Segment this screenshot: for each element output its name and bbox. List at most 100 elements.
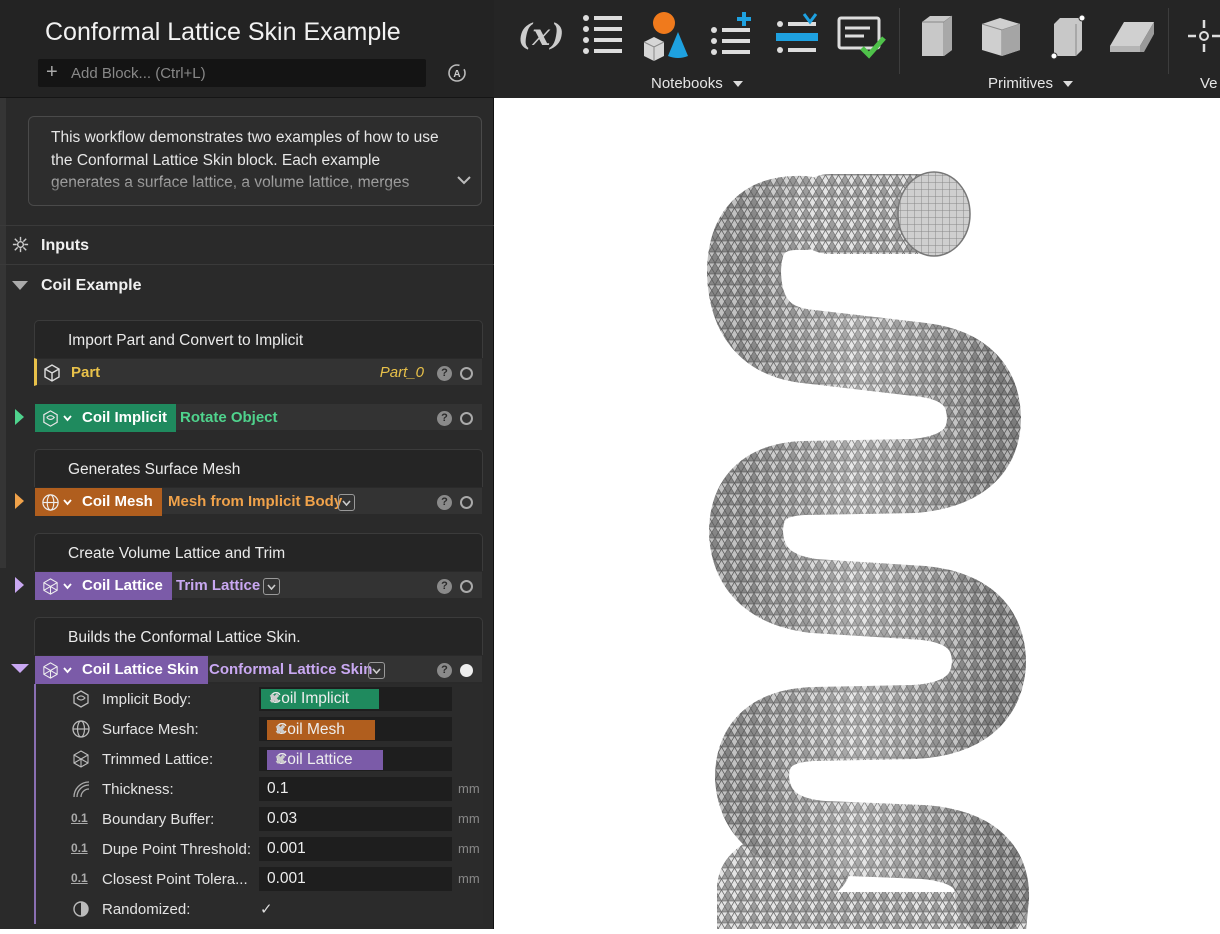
param-dupe-point: 0.1 Dupe Point Threshold: 0.001 mm xyxy=(36,834,485,864)
status-circle-icon[interactable] xyxy=(460,580,473,593)
dropdown-arrow-icon[interactable] xyxy=(63,583,72,590)
surface-mesh-chip[interactable]: Coil Mesh ✖ xyxy=(267,720,375,740)
coil-example-group[interactable]: Coil Example xyxy=(0,266,494,304)
block-coil-lattice-skin[interactable]: Coil Lattice Skin Conformal Lattice Skin… xyxy=(34,655,483,684)
chevron-down-icon[interactable] xyxy=(455,173,473,187)
block-coil-implicit[interactable]: Coil Implicit Rotate Object ? xyxy=(34,403,483,432)
toolbar-divider xyxy=(899,8,900,74)
chevron-down-icon[interactable] xyxy=(263,578,280,595)
point-icon[interactable] xyxy=(1184,10,1220,62)
boundary-buffer-input[interactable]: 0.03 xyxy=(259,807,452,831)
group-title-conformal-skin[interactable]: Builds the Conformal Lattice Skin. xyxy=(34,617,483,655)
status-circle-icon[interactable] xyxy=(460,412,473,425)
group-title-text: Create Volume Lattice and Trim xyxy=(68,545,286,562)
implicit-icon xyxy=(73,690,89,708)
randomized-checkbox[interactable]: ✓ xyxy=(260,900,273,918)
notebooks-menu[interactable]: Notebooks xyxy=(651,75,743,92)
unit-label: mm xyxy=(458,871,480,886)
remove-icon[interactable]: ✖ xyxy=(269,689,372,709)
collapse-triangle-icon[interactable] xyxy=(12,281,28,290)
block-operation[interactable]: Mesh from Implicit Body xyxy=(168,488,342,516)
contrast-icon xyxy=(73,901,89,917)
status-circle-icon[interactable] xyxy=(460,496,473,509)
dropdown-arrow-icon[interactable] xyxy=(63,415,72,422)
help-icon[interactable]: ? xyxy=(437,495,452,510)
group-title-volume-lattice[interactable]: Create Volume Lattice and Trim xyxy=(34,533,483,571)
cube-icon[interactable] xyxy=(912,10,964,62)
block-operation[interactable]: Conformal Lattice Skin xyxy=(209,656,372,684)
block-part[interactable]: Part Part_0 ? xyxy=(34,358,483,386)
block-operation[interactable]: Trim Lattice xyxy=(176,572,260,600)
notebook-title[interactable]: Conformal Lattice Skin Example xyxy=(45,18,401,47)
remove-icon[interactable]: ✖ xyxy=(275,720,368,740)
block-pill[interactable]: Coil Implicit xyxy=(35,404,177,432)
block-pill[interactable]: Coil Lattice Skin xyxy=(35,656,208,684)
remove-icon[interactable]: ✖ xyxy=(275,750,376,770)
description-box[interactable]: This workflow demonstrates two examples … xyxy=(28,116,482,206)
block-name: Coil Mesh xyxy=(82,493,153,510)
inputs-icon xyxy=(12,236,29,253)
box-icon[interactable] xyxy=(976,10,1028,62)
trimmed-lattice-field[interactable]: Coil Lattice ✖ xyxy=(259,747,452,771)
collapse-arrow-icon[interactable] xyxy=(11,664,29,673)
dropdown-arrow-icon xyxy=(1063,81,1074,88)
primitives-label: Primitives xyxy=(988,75,1054,92)
panel-header: Conformal Lattice Skin Example + Add Blo… xyxy=(0,0,494,98)
checklist-icon[interactable] xyxy=(836,10,888,62)
block-coil-mesh[interactable]: Coil Mesh Mesh from Implicit Body ? xyxy=(34,487,483,516)
group-title-surface-mesh[interactable]: Generates Surface Mesh xyxy=(34,449,483,487)
trimmed-lattice-chip[interactable]: Coil Lattice ✖ xyxy=(267,750,383,770)
help-icon[interactable]: ? xyxy=(437,579,452,594)
globe-icon xyxy=(72,720,90,738)
expand-arrow-icon[interactable] xyxy=(15,409,24,425)
block-pill[interactable]: Coil Lattice xyxy=(35,572,172,600)
vectors-menu[interactable]: Ve xyxy=(1200,75,1218,92)
implicit-icon xyxy=(43,410,58,427)
thickness-input[interactable]: 0.1 xyxy=(259,777,452,801)
block-name: Part xyxy=(71,364,101,381)
implicit-body-field[interactable]: Coil Implicit ✖ xyxy=(259,687,452,711)
param-randomized: Randomized: ✓ xyxy=(36,894,485,924)
help-icon[interactable]: ? xyxy=(437,366,452,381)
primitives-menu[interactable]: Primitives xyxy=(988,75,1074,92)
add-list-icon[interactable] xyxy=(706,10,758,62)
block-coil-lattice[interactable]: Coil Lattice Trim Lattice ? xyxy=(34,571,483,600)
plus-icon: + xyxy=(46,61,58,83)
3d-viewport[interactable] xyxy=(494,98,1220,934)
surface-mesh-field[interactable]: Coil Mesh ✖ xyxy=(259,717,452,741)
inputs-section[interactable]: Inputs xyxy=(0,226,494,264)
chevron-down-icon[interactable] xyxy=(338,494,355,511)
svg-text:A: A xyxy=(453,69,460,80)
variable-button[interactable]: (x) xyxy=(514,10,566,62)
param-thickness: Thickness: 0.1 mm xyxy=(36,774,485,804)
expand-arrow-icon[interactable] xyxy=(15,577,24,593)
closest-point-input[interactable]: 0.001 xyxy=(259,867,452,891)
status-circle-icon[interactable] xyxy=(460,367,473,380)
dupe-point-input[interactable]: 0.001 xyxy=(259,837,452,861)
expand-arrow-icon[interactable] xyxy=(15,493,24,509)
dropdown-arrow-icon[interactable] xyxy=(63,499,72,506)
list-icon[interactable] xyxy=(578,10,630,62)
add-block-input[interactable]: + Add Block... (Ctrl+L) xyxy=(38,59,426,87)
help-icon[interactable]: ? xyxy=(437,663,452,678)
param-label: Implicit Body: xyxy=(102,691,192,708)
lattice-icon xyxy=(43,578,58,595)
implicit-body-chip[interactable]: Coil Implicit ✖ xyxy=(261,689,380,709)
block-pill[interactable]: Coil Mesh xyxy=(35,488,162,516)
chevron-down-icon[interactable] xyxy=(368,662,385,679)
dropdown-arrow-icon[interactable] xyxy=(63,667,72,674)
box-by-points-icon[interactable] xyxy=(1042,10,1094,62)
coil-lattice-model[interactable] xyxy=(494,98,1220,934)
status-circle-icon[interactable] xyxy=(460,664,473,677)
auto-run-icon[interactable]: A xyxy=(447,63,467,83)
lattice-icon xyxy=(43,662,58,679)
primitives-shapes-icon[interactable] xyxy=(640,10,692,62)
help-icon[interactable]: ? xyxy=(437,411,452,426)
block-operation[interactable]: Rotate Object xyxy=(180,404,278,432)
block-name: Coil Lattice xyxy=(82,577,163,594)
inputs-label: Inputs xyxy=(41,237,89,254)
insert-list-icon[interactable] xyxy=(772,10,824,62)
group-title-import[interactable]: Import Part and Convert to Implicit xyxy=(34,320,483,358)
scrollbar[interactable] xyxy=(0,98,6,568)
parallelepiped-icon[interactable] xyxy=(1106,10,1158,62)
